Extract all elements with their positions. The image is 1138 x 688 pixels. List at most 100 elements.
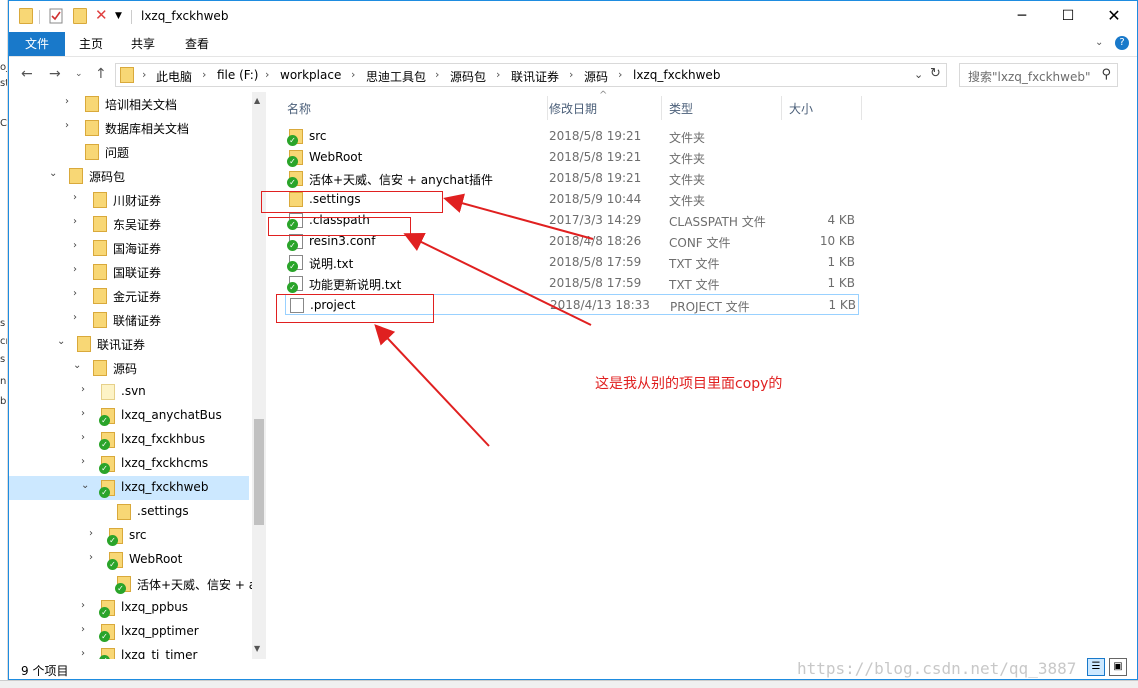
- tab-view[interactable]: 查看: [175, 32, 219, 56]
- navigation-scrollbar[interactable]: ▲ ▼: [252, 92, 266, 659]
- tree-item[interactable]: › ✓ lxzq_fxckhcms: [9, 452, 249, 476]
- tab-home[interactable]: 主页: [69, 32, 113, 56]
- tree-item-label: 联储证券: [113, 314, 162, 328]
- file-row[interactable]: ✓ WebRoot 2018/5/8 19:21 文件夹: [285, 147, 859, 168]
- properties-icon[interactable]: [49, 8, 65, 24]
- scrollbar-thumb[interactable]: [254, 419, 264, 525]
- column-divider[interactable]: [547, 96, 548, 120]
- expand-icon[interactable]: ›: [81, 624, 85, 635]
- minimize-button[interactable]: ─: [999, 1, 1045, 31]
- tree-item[interactable]: › 国海证券: [9, 236, 249, 260]
- tree-item[interactable]: ⌄ 源码包: [9, 164, 249, 188]
- file-row[interactable]: ✓ 活体+天威、信安 + anychat插件 2018/5/8 19:21 文件夹: [285, 168, 859, 189]
- file-size: 1 KB: [828, 298, 856, 312]
- tree-item[interactable]: › ✓ WebRoot: [9, 548, 249, 572]
- tree-item[interactable]: › ✓ lxzq_pptimer: [9, 620, 249, 644]
- file-row[interactable]: ✓ 功能更新说明.txt 2018/5/8 17:59 TXT 文件 1 KB: [285, 273, 859, 294]
- expand-icon[interactable]: ›: [73, 240, 77, 251]
- expand-icon[interactable]: ›: [65, 120, 69, 131]
- recent-locations-icon[interactable]: ⌄: [75, 69, 83, 79]
- close-button[interactable]: ✕: [1091, 1, 1137, 31]
- tree-item[interactable]: ✓ 活体+天威、信安 + an: [9, 572, 264, 596]
- address-dropdown-icon[interactable]: ⌄: [914, 68, 923, 81]
- breadcrumb-item[interactable]: 源码: [584, 68, 608, 85]
- breadcrumb-item[interactable]: 联讯证券: [511, 68, 559, 85]
- tree-item[interactable]: › 川财证券: [9, 188, 249, 212]
- search-input[interactable]: 搜索"lxzq_fxckhweb" ⚲: [959, 63, 1118, 87]
- expand-icon[interactable]: ›: [81, 384, 85, 395]
- column-divider[interactable]: [661, 96, 662, 120]
- tree-item[interactable]: ⌄ 源码: [9, 356, 249, 380]
- details-view-icon[interactable]: ☰: [1087, 658, 1105, 676]
- breadcrumb-item[interactable]: workplace: [280, 68, 341, 82]
- tree-item[interactable]: › 培训相关文档: [9, 92, 249, 116]
- tree-item[interactable]: › 联储证券: [9, 308, 249, 332]
- expand-icon[interactable]: ›: [89, 528, 93, 539]
- svn-ok-icon: ✓: [99, 655, 110, 659]
- expand-icon[interactable]: ›: [81, 600, 85, 611]
- breadcrumb-item[interactable]: lxzq_fxckhweb: [633, 68, 720, 82]
- breadcrumb-item[interactable]: 源码包: [450, 68, 486, 85]
- tree-item[interactable]: › 金元证券: [9, 284, 249, 308]
- breadcrumb-item[interactable]: 思迪工具包: [366, 68, 426, 85]
- expand-icon[interactable]: ›: [81, 648, 85, 659]
- tree-item[interactable]: .settings: [9, 500, 249, 524]
- tree-item[interactable]: › ✓ lxzq_ppbus: [9, 596, 249, 620]
- collapse-icon[interactable]: ⌄: [73, 360, 81, 371]
- search-icon[interactable]: ⚲: [1101, 67, 1111, 82]
- scroll-down-icon[interactable]: ▼: [254, 644, 260, 653]
- address-bar[interactable]: › 此电脑 › file (F:) › workplace › 思迪工具包 › …: [115, 63, 947, 87]
- breadcrumb-separator: ›: [265, 68, 270, 81]
- column-header-type[interactable]: 类型: [669, 100, 693, 117]
- expand-icon[interactable]: ›: [73, 216, 77, 227]
- tree-item[interactable]: › ✓ lxzq_ti_timer: [9, 644, 249, 659]
- column-header-modified[interactable]: 修改日期: [549, 100, 597, 117]
- refresh-icon[interactable]: ↻: [930, 66, 941, 81]
- help-icon[interactable]: ?: [1115, 36, 1129, 50]
- column-divider[interactable]: [861, 96, 862, 120]
- maximize-button[interactable]: ☐: [1045, 1, 1091, 31]
- expand-icon[interactable]: ›: [73, 288, 77, 299]
- tree-item[interactable]: ⌄ ✓ lxzq_fxckhweb: [9, 476, 249, 500]
- delete-icon[interactable]: ✕: [95, 6, 111, 24]
- tree-item[interactable]: › ✓ src: [9, 524, 249, 548]
- large-icons-view-icon[interactable]: ▣: [1109, 658, 1127, 676]
- collapse-icon[interactable]: ⌄: [49, 168, 57, 179]
- tree-item[interactable]: › 东吴证券: [9, 212, 249, 236]
- tree-item[interactable]: › 数据库相关文档: [9, 116, 249, 140]
- expand-icon[interactable]: ›: [65, 96, 69, 107]
- expand-icon[interactable]: ›: [73, 192, 77, 203]
- tree-item[interactable]: › 国联证券: [9, 260, 249, 284]
- new-folder-icon[interactable]: [73, 8, 89, 24]
- column-divider[interactable]: [781, 96, 782, 120]
- tree-item[interactable]: › ✓ lxzq_fxckhbus: [9, 428, 249, 452]
- file-row[interactable]: ✓ src 2018/5/8 19:21 文件夹: [285, 126, 859, 147]
- breadcrumb-item[interactable]: file (F:): [217, 68, 258, 82]
- tree-item[interactable]: 问题: [9, 140, 249, 164]
- expand-icon[interactable]: ›: [89, 552, 93, 563]
- column-header-size[interactable]: 大小: [789, 100, 813, 117]
- collapse-icon[interactable]: ⌄: [81, 480, 89, 491]
- navigation-pane[interactable]: › 培训相关文档 › 数据库相关文档 问题 ⌄ 源码包 › 川财证券 › 东吴证券 › 国海证券 › 国联证…: [9, 92, 266, 659]
- expand-icon[interactable]: ›: [81, 432, 85, 443]
- svn-ok-icon: ✓: [99, 439, 110, 450]
- expand-icon[interactable]: ›: [73, 264, 77, 275]
- tree-item[interactable]: ⌄ 联讯证券: [9, 332, 249, 356]
- column-header-name[interactable]: 名称: [287, 100, 311, 117]
- tab-share[interactable]: 共享: [121, 32, 165, 56]
- collapse-icon[interactable]: ⌄: [57, 336, 65, 347]
- expand-icon[interactable]: ›: [73, 312, 77, 323]
- expand-icon[interactable]: ›: [81, 456, 85, 467]
- scroll-up-icon[interactable]: ▲: [254, 96, 260, 105]
- breadcrumb-item[interactable]: 此电脑: [156, 68, 192, 85]
- customize-quick-access-icon[interactable]: ▼: [115, 11, 131, 27]
- back-icon[interactable]: ←: [21, 66, 33, 82]
- up-icon[interactable]: ↑: [95, 66, 107, 82]
- expand-icon[interactable]: ›: [81, 408, 85, 419]
- forward-icon[interactable]: →: [49, 66, 61, 82]
- ribbon-expand-icon[interactable]: ⌄: [1095, 37, 1103, 48]
- tree-item[interactable]: › ✓ lxzq_anychatBus: [9, 404, 249, 428]
- file-row[interactable]: ✓ 说明.txt 2018/5/8 17:59 TXT 文件 1 KB: [285, 252, 859, 273]
- tab-file[interactable]: 文件: [9, 32, 65, 56]
- tree-item[interactable]: › .svn: [9, 380, 249, 404]
